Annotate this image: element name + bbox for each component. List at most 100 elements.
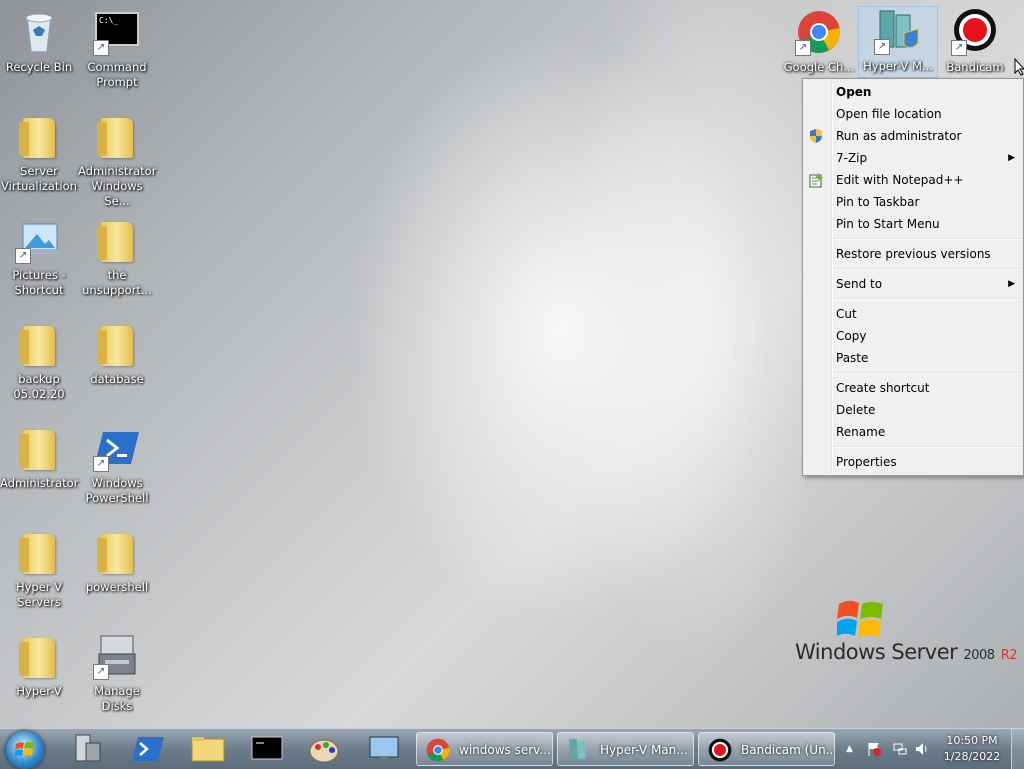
shortcut-arrow-icon: ↗	[874, 39, 890, 55]
folder-label: Hyper-V	[16, 684, 62, 698]
terminal-icon	[251, 736, 283, 760]
taskbar-bandicam-button[interactable]: Bandicam (Un...	[698, 732, 835, 766]
folder-administrator-windows[interactable]: Administrator Windows Se...	[78, 112, 156, 209]
hyper-v-manager-icon[interactable]: ↗ Hyper-V M...	[858, 6, 938, 78]
record-icon	[708, 738, 732, 762]
folder-backup[interactable]: backup 05.02.20	[0, 320, 78, 402]
start-button[interactable]	[6, 731, 44, 769]
folder-hyper-v-servers[interactable]: Hyper V Servers	[0, 528, 78, 610]
command-prompt-label: Command Prompt	[87, 60, 147, 89]
monitor-icon	[369, 736, 399, 761]
bandicam-icon[interactable]: ↗ Bandicam	[936, 8, 1014, 75]
shortcut-arrow-icon: ↗	[795, 40, 811, 56]
shortcut-arrow-icon: ↗	[93, 456, 109, 472]
folder-powershell[interactable]: powershell	[78, 528, 156, 595]
folder-icon	[191, 737, 225, 762]
windows-flag-icon	[837, 600, 883, 637]
shortcut-arrow-icon: ↗	[93, 40, 109, 56]
menu-item-delete[interactable]: Delete	[803, 399, 1023, 421]
folder-icon	[15, 632, 63, 680]
show-desktop-button[interactable]	[1011, 729, 1024, 769]
recycle-bin-glyph	[15, 8, 63, 56]
bandicam-label: Bandicam	[946, 60, 1004, 74]
taskbar-button-label: Bandicam (Un...	[741, 743, 835, 757]
menu-separator	[833, 298, 1021, 300]
context-menu: Open Open file location Run as administr…	[802, 78, 1024, 476]
menu-separator	[833, 268, 1021, 270]
network-icon[interactable]	[892, 741, 908, 757]
shield-icon	[808, 128, 824, 144]
volume-icon[interactable]	[914, 741, 930, 757]
menu-item-pin-to-start-menu[interactable]: Pin to Start Menu	[803, 213, 1023, 235]
submenu-arrow-icon: ▶	[1008, 153, 1015, 163]
menu-item-pin-to-taskbar[interactable]: Pin to Taskbar	[803, 191, 1023, 213]
mouse-cursor-icon	[1014, 58, 1024, 76]
folder-label: database	[90, 372, 144, 386]
server-manager-icon	[75, 734, 101, 762]
shortcut-arrow-icon: ↗	[951, 40, 967, 56]
menu-item-cut[interactable]: Cut	[803, 303, 1023, 325]
folder-database[interactable]: database	[78, 320, 156, 387]
menu-item-copy[interactable]: Copy	[803, 325, 1023, 347]
taskbar: windows serv... Hyper-V Man... Bandicam …	[0, 728, 1024, 769]
taskbar-hyper-v-button[interactable]: Hyper-V Man...	[557, 732, 694, 766]
menu-item-paste[interactable]: Paste	[803, 347, 1023, 369]
folder-label: backup 05.02.20	[13, 372, 65, 401]
windows-powershell-icon[interactable]: ↗ Windows PowerShell	[78, 424, 156, 506]
folder-administrator[interactable]: Administrator	[0, 424, 78, 491]
terminal-icon: C:\_ ↗	[93, 8, 141, 56]
chrome-icon: ↗	[795, 8, 843, 56]
powershell-label: Windows PowerShell	[85, 476, 149, 505]
hyper-v-icon	[569, 739, 586, 759]
menu-item-open-file-location[interactable]: Open file location	[803, 103, 1023, 125]
powershell-pin[interactable]	[128, 733, 168, 765]
server-manager-pin[interactable]	[68, 733, 108, 765]
google-chrome-icon[interactable]: ↗ Google Ch...	[780, 8, 858, 75]
menu-item-rename[interactable]: Rename	[803, 421, 1023, 443]
chrome-label: Google Ch...	[783, 60, 855, 74]
folder-icon	[93, 320, 141, 368]
notepad-icon	[808, 172, 824, 188]
system-clock[interactable]: 10:50 PM 1/28/2022	[936, 733, 1008, 765]
logo-r2: R2	[1000, 648, 1018, 663]
logo-year: 2008	[963, 648, 995, 663]
recycle-bin-icon[interactable]: Recycle Bin	[0, 8, 78, 75]
clock-date: 1/28/2022	[943, 750, 1001, 763]
menu-item-send-to[interactable]: Send to ▶	[803, 273, 1023, 295]
menu-item-7-zip[interactable]: 7-Zip ▶	[803, 147, 1023, 169]
folder-the-unsupport[interactable]: the unsupport...	[78, 216, 156, 298]
menu-item-run-as-administrator[interactable]: Run as administrator	[803, 125, 1023, 147]
paint-palette-icon	[309, 739, 339, 763]
taskbar-button-label: Hyper-V Man...	[600, 743, 688, 757]
remote-desktop-pin[interactable]	[364, 733, 404, 765]
menu-separator	[833, 446, 1021, 448]
hyper-v-label: Hyper-V M...	[863, 59, 933, 73]
pictures-shortcut-icon[interactable]: ↗ Pictures - Shortcut	[0, 216, 78, 298]
folder-icon	[15, 424, 63, 472]
powershell-icon: ↗	[93, 424, 141, 472]
menu-item-create-shortcut[interactable]: Create shortcut	[803, 377, 1023, 399]
manage-disks-label: Manage Disks	[94, 684, 140, 713]
menu-item-restore-previous-versions[interactable]: Restore previous versions	[803, 243, 1023, 265]
folder-icon	[93, 112, 141, 160]
menu-item-edit-with-notepad[interactable]: Edit with Notepad++	[803, 169, 1023, 191]
powershell-icon	[132, 737, 164, 761]
folder-icon	[15, 112, 63, 160]
manage-disks-icon[interactable]: ↗ Manage Disks	[78, 632, 156, 714]
explorer-pin[interactable]	[188, 733, 228, 765]
taskbar-chrome-button[interactable]: windows serv...	[416, 732, 553, 766]
menu-item-properties[interactable]: Properties	[803, 451, 1023, 473]
show-hidden-icons-arrow[interactable]: ▲	[846, 744, 853, 754]
menu-item-open[interactable]: Open	[803, 81, 1023, 103]
folder-label: Administrator	[0, 476, 79, 490]
folder-server-virtualization[interactable]: Server Virtualization	[0, 112, 78, 194]
paint-pin[interactable]	[306, 733, 346, 765]
folder-hyper-v[interactable]: Hyper-V	[0, 632, 78, 699]
folder-label: Server Virtualization	[1, 164, 77, 193]
command-prompt-icon[interactable]: C:\_ ↗ Command Prompt	[78, 8, 156, 90]
action-center-flag-icon[interactable]	[866, 741, 882, 757]
pictures-glyph: ↗	[15, 216, 63, 264]
cmd-pin[interactable]	[248, 733, 288, 765]
folder-icon	[15, 528, 63, 576]
folder-label: Administrator Windows Se...	[78, 164, 157, 208]
